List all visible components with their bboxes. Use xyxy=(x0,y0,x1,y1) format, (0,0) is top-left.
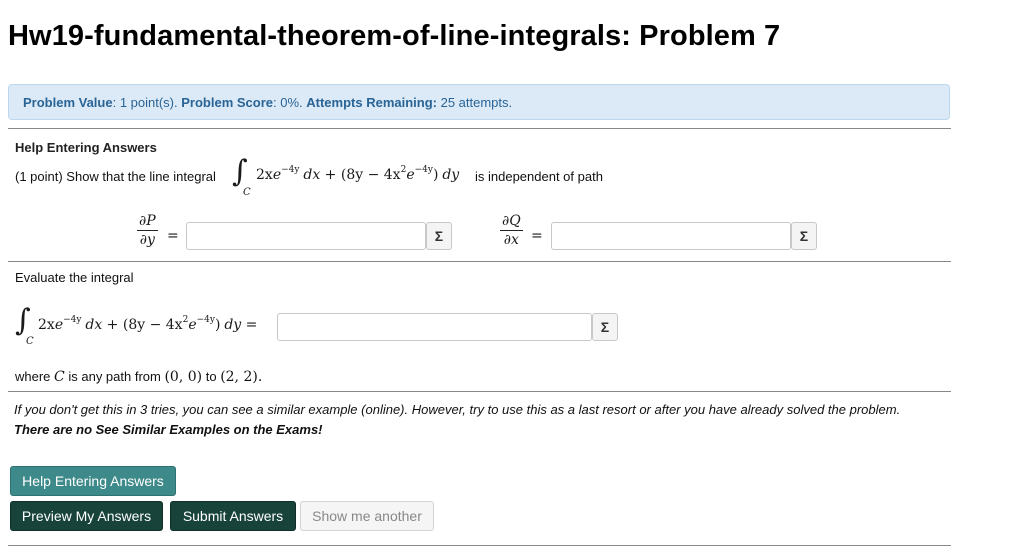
eval-q-square: 2 xyxy=(182,315,189,325)
eval-q-close: ) xyxy=(214,317,221,333)
integrand-dy: dy xyxy=(442,167,460,183)
contour-subscript: C xyxy=(26,336,34,347)
evaluate-label: Evaluate the integral xyxy=(15,270,134,285)
where-to: to xyxy=(202,369,221,384)
equals-sign-2: = xyxy=(531,228,543,244)
where-mid: is any path from xyxy=(64,369,165,384)
show-another-button[interactable]: Show me another xyxy=(300,501,434,531)
dx-denominator: ∂x xyxy=(503,232,519,248)
sigma-icon[interactable]: Σ xyxy=(592,313,618,341)
statement-suffix: is independent of path xyxy=(475,169,603,184)
integrand-q-close: ) xyxy=(432,167,439,183)
problem-value-label: Problem Value xyxy=(23,95,113,110)
divider-bottom xyxy=(8,545,951,546)
problem-score-text: : 0%. xyxy=(273,95,307,110)
problem-value-text: : 1 point(s). xyxy=(112,95,182,110)
dy-denominator: ∂y xyxy=(139,232,155,248)
where-C: C xyxy=(54,369,65,385)
eval-p-exp: −4y xyxy=(63,315,82,325)
dP-numerator: ∂P xyxy=(137,213,158,231)
eval-integrand-expression: 2xe−4y dx + (8y − 4x2e−4y) dy = xyxy=(38,315,258,333)
integrand-p-coef: 2x xyxy=(256,167,273,183)
integrand-expression: 2xe−4y dx + (8y − 4x2e−4y) dy xyxy=(256,165,460,183)
dQdx-answer-input[interactable] xyxy=(551,222,791,250)
integral-sign: ∫ xyxy=(232,154,248,189)
integrand-q-e: e xyxy=(406,167,415,183)
dQ-dx-fraction: ∂Q ∂x xyxy=(500,213,523,248)
exam-note-bold: There are no See Similar Examples on the… xyxy=(14,422,323,437)
submit-answers-button[interactable]: Submit Answers xyxy=(170,501,296,531)
where-line: where C is any path from (0, 0) to (2, 2… xyxy=(15,369,262,385)
statement-prefix: (1 point) Show that the line integral xyxy=(15,169,216,184)
integrand-q-open: (8y − 4x xyxy=(340,167,401,183)
exam-note-text: If you don't get this in 3 tries, you ca… xyxy=(14,402,901,417)
eval-p-e: e xyxy=(54,317,64,333)
sigma-icon[interactable]: Σ xyxy=(791,222,817,250)
integrand-dx: dx + xyxy=(303,167,341,183)
problem-score-label: Problem Score xyxy=(181,95,273,110)
contour-subscript: C xyxy=(243,187,251,198)
eval-p-coef: 2x xyxy=(38,317,55,333)
dQ-numerator: ∂Q xyxy=(500,213,523,231)
page-title: Hw19-fundamental-theorem-of-line-integra… xyxy=(8,20,781,52)
eval-dy-equals: dy = xyxy=(224,317,258,333)
divider-note xyxy=(8,391,951,392)
help-entering-answers-button[interactable]: Help Entering Answers xyxy=(10,466,176,496)
point-a: (0, 0) xyxy=(164,369,203,385)
exam-note: If you don't get this in 3 tries, you ca… xyxy=(14,400,934,440)
eval-q-e: e xyxy=(188,317,197,333)
eval-dx: dx + xyxy=(85,317,123,333)
point-b: (2, 2). xyxy=(220,369,263,385)
integrand-p-e: e xyxy=(272,167,282,183)
help-entering-answers-heading[interactable]: Help Entering Answers xyxy=(15,140,157,155)
dP-dy-fraction: ∂P ∂y xyxy=(137,213,158,248)
equals-sign-1: = xyxy=(167,228,179,244)
problem-info-text: Problem Value: 1 point(s). Problem Score… xyxy=(23,95,512,110)
preview-answers-button[interactable]: Preview My Answers xyxy=(10,501,163,531)
integrand-p-exp: −4y xyxy=(281,165,300,175)
dPdy-answer-input[interactable] xyxy=(186,222,426,250)
where-prefix: where xyxy=(15,369,55,384)
divider-top xyxy=(8,128,951,129)
integrand-q-square: 2 xyxy=(400,165,407,175)
eval-q-exp: −4y xyxy=(196,315,215,325)
integrand-q-exp: −4y xyxy=(414,165,433,175)
attempts-text: 25 attempts. xyxy=(436,95,513,110)
integral-answer-input[interactable] xyxy=(277,313,592,341)
eval-q-open: (8y − 4x xyxy=(122,317,183,333)
sigma-icon[interactable]: Σ xyxy=(426,222,452,250)
problem-info-box: Problem Value: 1 point(s). Problem Score… xyxy=(8,84,950,120)
attempts-label: Attempts Remaining: xyxy=(306,95,437,110)
integral-sign: ∫ xyxy=(15,303,31,338)
divider-middle xyxy=(8,261,951,262)
